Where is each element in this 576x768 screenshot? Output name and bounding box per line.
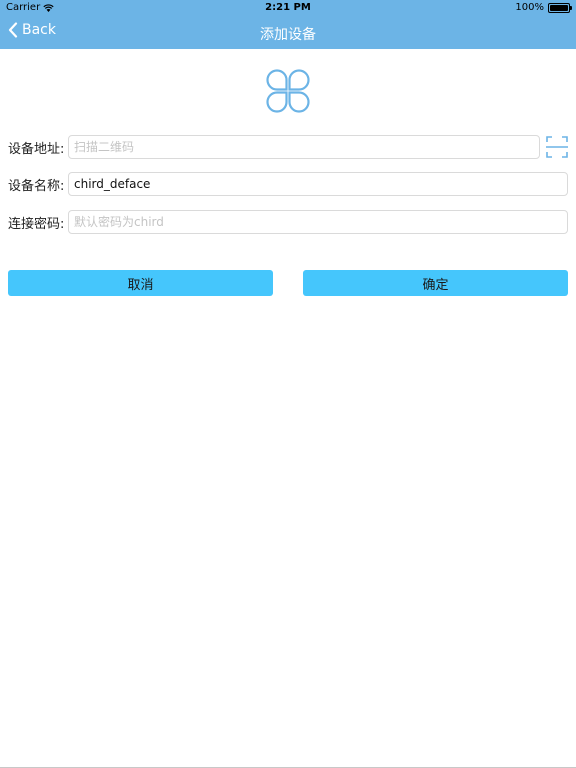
battery-percent: 100% [515,2,544,13]
battery-level [550,4,568,11]
name-row: 设备名称: [8,172,568,196]
status-right: 100% [515,2,572,13]
name-input[interactable] [68,172,568,196]
address-label: 设备地址: [8,141,65,157]
qr-scan-icon[interactable] [545,135,569,159]
navigation-bar: Back 添加设备 [0,16,576,49]
password-input[interactable] [68,210,568,234]
address-row: 设备地址: [8,135,540,159]
password-label: 连接密码: [8,216,65,232]
cancel-button[interactable]: 取消 [8,270,273,296]
name-label: 设备名称: [8,178,65,194]
password-row: 连接密码: [8,210,568,234]
clover-logo-icon [266,69,310,113]
confirm-button[interactable]: 确定 [303,270,568,296]
address-input[interactable] [68,135,540,159]
status-bar: Carrier 2:21 PM 100% [0,0,576,16]
battery-icon [548,2,572,13]
status-time: 2:21 PM [265,2,311,13]
page-title: 添加设备 [260,27,316,43]
